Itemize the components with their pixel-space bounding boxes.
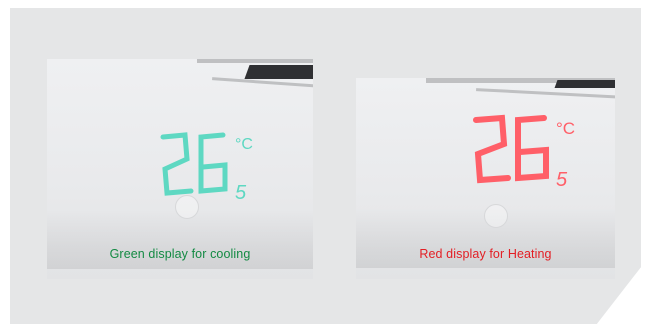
cooling-display-photo: °C 5 Green display for cooling (47, 59, 313, 279)
temperature-digits: °C 5 (473, 114, 575, 191)
digit-segment (473, 114, 511, 184)
decimal-digit: 5 (235, 182, 247, 204)
cooling-caption: Green display for cooling (109, 247, 251, 261)
vent-opening (244, 65, 313, 79)
digit-segment (160, 132, 194, 196)
vent-edge (197, 59, 313, 63)
vent-opening (554, 80, 615, 88)
digit-segment (515, 115, 549, 182)
digit-segment (198, 132, 228, 194)
unit-label: °C (556, 119, 575, 138)
heating-display-photo: °C 5 Red display for Heating (356, 78, 615, 279)
control-button (484, 204, 508, 228)
unit-label: °C (235, 136, 253, 153)
temperature-digits: °C 5 (160, 132, 253, 204)
decimal-digit: 5 (556, 169, 568, 191)
control-button (175, 195, 199, 219)
heating-caption: Red display for Heating (419, 247, 552, 261)
